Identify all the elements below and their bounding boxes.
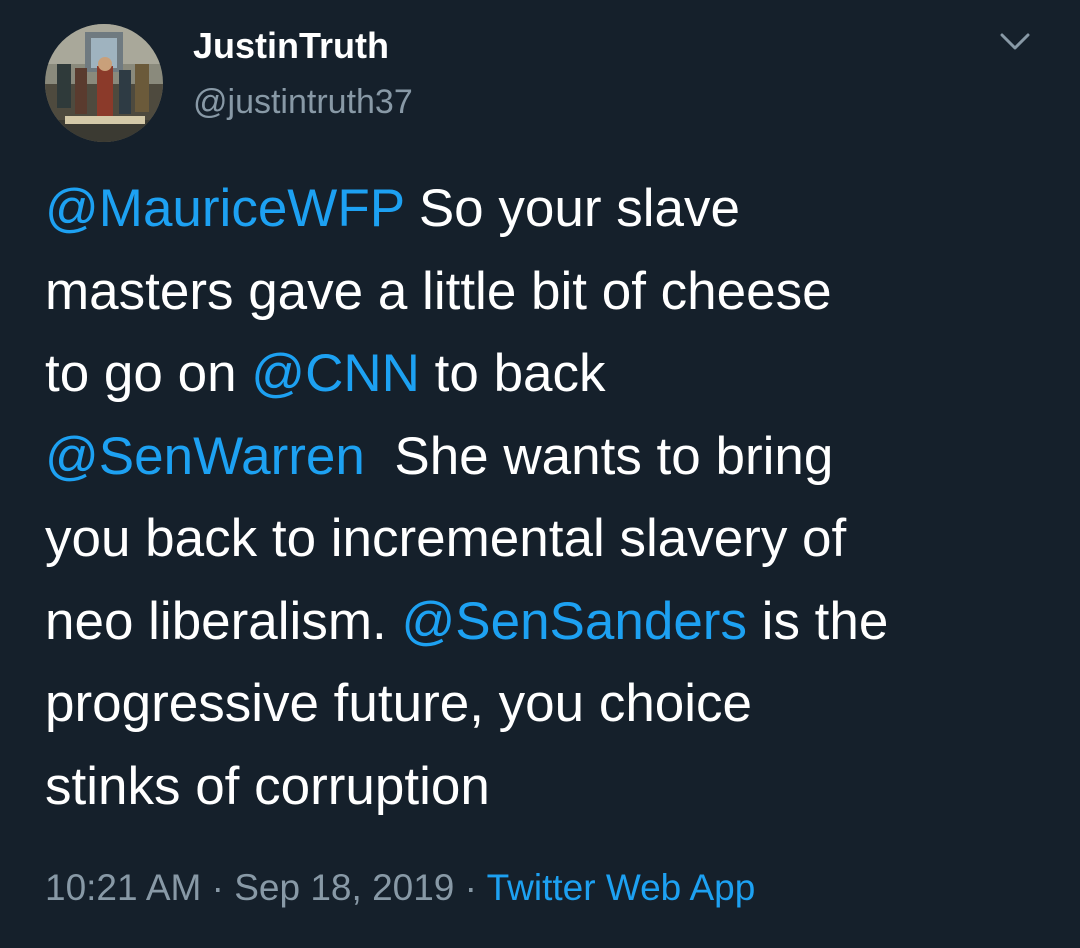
- meta-separator: ·: [454, 867, 487, 908]
- tweet-text-segment: She wants to bring: [364, 426, 834, 486]
- mention-link[interactable]: @SenWarren: [45, 427, 365, 486]
- tweet-text-segment: neo liberalism.: [45, 591, 402, 651]
- tweet-source-link[interactable]: Twitter Web App: [487, 867, 756, 908]
- tweet-text: @MauriceWFP So your slave masters gave a …: [45, 168, 1055, 828]
- tweet-text-segment: masters gave a little bit of cheese: [45, 261, 832, 321]
- tweet-text-segment: to go on: [45, 344, 252, 403]
- author-display-name[interactable]: JustinTruth: [193, 22, 389, 70]
- tweet-text-line: to go on @CNN to back: [45, 333, 1055, 416]
- tweet-text-line: @MauriceWFP So your slave: [45, 168, 1055, 251]
- tweet-text-line: masters gave a little bit of cheese: [45, 251, 1055, 334]
- tweet-text-line: neo liberalism. @SenSanders is the: [45, 581, 1055, 664]
- tweet-meta: 10:21 AM · Sep 18, 2019 · Twitter Web Ap…: [45, 862, 755, 914]
- mention-link[interactable]: @CNN: [251, 344, 420, 403]
- author-handle[interactable]: @justintruth37: [193, 79, 413, 125]
- author-avatar[interactable]: [45, 24, 163, 142]
- tweet-date[interactable]: Sep 18, 2019: [234, 867, 454, 908]
- tweet-text-line: stinks of corruption: [45, 746, 1055, 829]
- tweet-text-segment: to back: [419, 344, 606, 403]
- tweet-text-segment: So your slave: [404, 179, 740, 238]
- tweet-text-line: you back to incremental slavery of: [45, 498, 1055, 581]
- avatar-painting-icon: [45, 24, 163, 142]
- meta-separator: ·: [201, 867, 235, 908]
- tweet-text-segment: you back to incremental slavery of: [45, 509, 847, 568]
- tweet-text-segment: progressive future, you choice: [45, 674, 753, 733]
- tweet-text-segment: is the: [746, 591, 889, 651]
- chevron-down-icon[interactable]: [996, 25, 1034, 59]
- tweet-text-line: @SenWarren She wants to bring: [45, 416, 1055, 499]
- mention-link[interactable]: @SenSanders: [401, 592, 747, 651]
- tweet-text-line: progressive future, you choice: [45, 663, 1055, 746]
- tweet-text-segment: stinks of corruption: [45, 756, 490, 816]
- tweet-time[interactable]: 10:21 AM: [45, 867, 201, 908]
- mention-link[interactable]: @MauriceWFP: [45, 179, 404, 238]
- tweet-card: JustinTruth @justintruth37 @MauriceWFP S…: [0, 0, 1080, 948]
